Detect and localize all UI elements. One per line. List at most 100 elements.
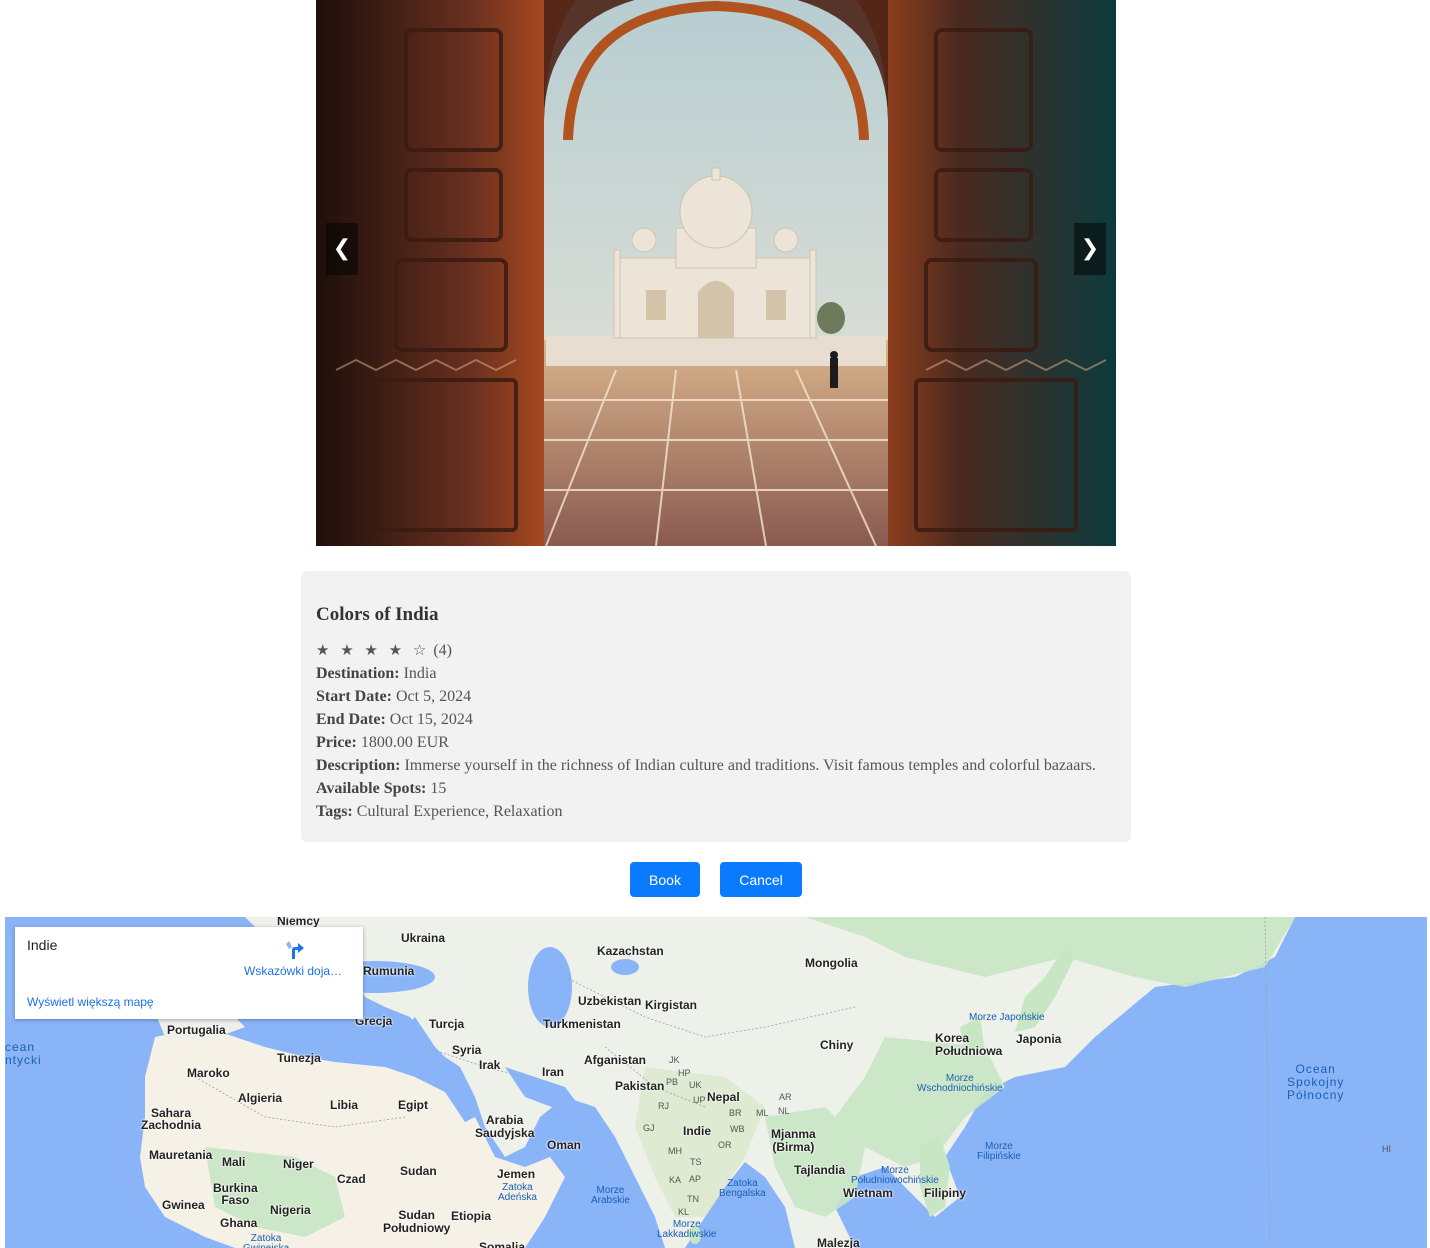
label-niger: Niger: [283, 1157, 314, 1171]
directions-link[interactable]: Wskazówki doja…: [244, 964, 342, 978]
label-uzbekistan: Uzbekistan: [578, 994, 642, 1008]
label-korea: Korea Południowa: [935, 1031, 1003, 1058]
label-state-br: BR: [729, 1108, 742, 1118]
label-filipiny: Filipiny: [924, 1186, 966, 1200]
image-carousel: ❮ ❯: [316, 0, 1116, 546]
label-oman: Oman: [547, 1138, 582, 1152]
label-state-pb: PB: [666, 1077, 679, 1087]
trip-rating: ★ ★ ★ ★ ☆ (4): [316, 639, 1116, 662]
carousel-next-button[interactable]: ❯: [1074, 223, 1106, 275]
label-state-ts: TS: [690, 1157, 702, 1167]
detail-value: 1800.00 EUR: [360, 734, 449, 751]
label-turkmenistan: Turkmenistan: [543, 1017, 621, 1031]
detail-available-spots: Available Spots: 15: [316, 777, 1116, 800]
label-pakistan: Pakistan: [615, 1079, 665, 1093]
rating-value: (4): [433, 642, 452, 659]
detail-label: End Date:: [316, 711, 386, 728]
label-nigeria: Nigeria: [270, 1203, 311, 1217]
label-turcja: Turcja: [429, 1017, 465, 1031]
detail-value: India: [403, 665, 437, 682]
label-ocean-atlantycki: cean ntycki: [5, 1040, 42, 1067]
detail-value: 15: [430, 780, 447, 797]
trip-title: Colors of India: [316, 604, 439, 625]
detail-value: Immerse yourself in the richness of Indi…: [404, 757, 1096, 774]
label-state-jk: JK: [669, 1055, 680, 1065]
label-zatoka-gwinejska: ZatokaGwinejska: [243, 1233, 289, 1248]
label-state-rj: RJ: [658, 1101, 669, 1111]
label-state-nl: NL: [778, 1106, 790, 1116]
label-afganistan: Afganistan: [584, 1053, 647, 1067]
label-morze-filipinskie: Morze Filipińskie: [977, 1141, 1021, 1162]
label-kazachstan: Kazachstan: [597, 944, 664, 958]
label-state-tn: TN: [687, 1194, 699, 1204]
view-larger-map-link[interactable]: Wyświetl większą mapę: [27, 995, 154, 1009]
label-sahara: Sahara Zachodnia: [141, 1106, 202, 1132]
detail-label: Destination:: [316, 665, 400, 682]
label-czad: Czad: [337, 1172, 366, 1186]
label-morze-wschodniochinskie: Morze Wschodniochińskie: [917, 1073, 1003, 1094]
label-state-up: UP: [693, 1095, 706, 1105]
label-ukraina: Ukraina: [401, 931, 446, 945]
label-burkina: Burkina Faso: [213, 1181, 258, 1207]
detail-value: Cultural Experience, Relaxation: [356, 803, 563, 820]
label-jemen: Jemen: [497, 1167, 536, 1181]
label-state-hi: HI: [1382, 1144, 1391, 1154]
label-somalia: Somalia: [479, 1240, 526, 1248]
label-morze-japonskie: Morze Japońskie: [969, 1012, 1045, 1023]
label-nepal: Nepal: [707, 1090, 740, 1104]
label-ocean-spokojny: Ocean Spokojny Północny: [1287, 1062, 1345, 1102]
detail-value: Oct 5, 2024: [395, 688, 472, 705]
label-chiny: Chiny: [820, 1038, 854, 1052]
label-algieria: Algieria: [238, 1091, 283, 1105]
detail-value: Oct 15, 2024: [389, 711, 473, 728]
label-state-wb: WB: [730, 1124, 745, 1134]
trip-details-card: Colors of India ★ ★ ★ ★ ☆ (4) Destinatio…: [301, 571, 1131, 842]
label-state-hp: HP: [678, 1068, 691, 1078]
detail-label: Available Spots:: [316, 780, 427, 797]
detail-description: Description: Immerse yourself in the ric…: [316, 754, 1116, 777]
label-mauretania: Mauretania: [149, 1148, 213, 1162]
label-etiopia: Etiopia: [451, 1209, 492, 1223]
map-place-name: Indie: [27, 937, 58, 953]
label-mjanma: Mjanma (Birma): [771, 1127, 816, 1154]
label-state-kl: KL: [678, 1207, 690, 1217]
label-state-ka: KA: [669, 1175, 682, 1185]
label-state-or: OR: [718, 1140, 732, 1150]
rating-stars: ★ ★ ★ ★ ☆: [316, 641, 430, 659]
detail-price: Price: 1800.00 EUR: [316, 731, 1116, 754]
label-japonia: Japonia: [1016, 1032, 1062, 1046]
detail-label: Start Date:: [316, 688, 392, 705]
label-morze-poludniowochinskie: Morze Południowochińskie: [851, 1165, 939, 1186]
label-tajlandia: Tajlandia: [794, 1163, 846, 1177]
label-zatoka-adenska: Zatoka Adeńska: [498, 1182, 537, 1203]
label-tunezja: Tunezja: [277, 1051, 321, 1065]
label-portugalia: Portugalia: [167, 1023, 226, 1037]
detail-label: Tags:: [316, 803, 353, 820]
book-button[interactable]: Book: [630, 862, 700, 897]
detail-tags: Tags: Cultural Experience, Relaxation: [316, 800, 1116, 823]
label-state-uk: UK: [689, 1080, 702, 1090]
label-mali: Mali: [222, 1155, 246, 1169]
label-morze-lakkadiwskie: Morze Lakkadiwskie: [657, 1219, 717, 1240]
label-state-ar: AR: [779, 1092, 792, 1102]
cancel-button[interactable]: Cancel: [720, 862, 802, 897]
directions-icon[interactable]: [283, 938, 305, 960]
detail-start-date: Start Date: Oct 5, 2024: [316, 685, 1116, 708]
label-ghana: Ghana: [220, 1216, 258, 1230]
label-zatoka-bengalska: Zatoka Bengalska: [719, 1178, 766, 1199]
taj-mahal-photo: [316, 0, 1116, 546]
label-mongolia: Mongolia: [805, 956, 858, 970]
label-wietnam: Wietnam: [843, 1186, 893, 1200]
detail-label: Description:: [316, 757, 401, 774]
label-iran: Iran: [542, 1065, 565, 1079]
detail-end-date: End Date: Oct 15, 2024: [316, 708, 1116, 731]
label-libia: Libia: [330, 1098, 359, 1112]
embedded-map[interactable]: Niemcy Ukraina Kazachstan Mongolia Rumun…: [5, 917, 1427, 1248]
label-egipt: Egipt: [398, 1098, 428, 1112]
label-state-mh: MH: [668, 1146, 682, 1156]
label-kirgistan: Kirgistan: [645, 998, 698, 1012]
label-state-gj: GJ: [643, 1123, 655, 1133]
carousel-prev-button[interactable]: ❮: [326, 223, 358, 275]
map-info-panel: Indie Wskazówki doja… Wyświetl większą m…: [15, 927, 363, 1019]
label-sudan-poludniowy: Sudan Południowy: [383, 1208, 451, 1235]
